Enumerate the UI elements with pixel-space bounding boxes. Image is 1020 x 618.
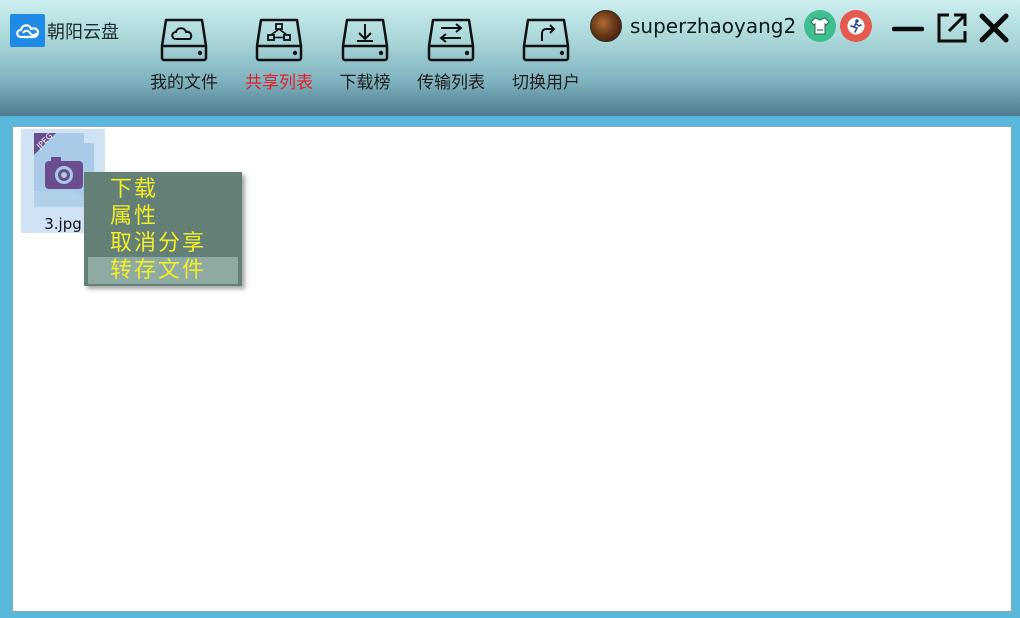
transfer-drive-icon — [427, 18, 475, 62]
nav-label: 共享列表 — [245, 73, 313, 93]
switch-user-drive-icon — [522, 18, 570, 62]
menu-item-download[interactable]: 下载 — [88, 176, 238, 203]
app-logo: 朝阳云盘 — [10, 14, 119, 47]
username: superzhaoyang2 — [630, 14, 797, 38]
nav-label: 传输列表 — [417, 73, 485, 93]
popout-icon[interactable] — [935, 11, 969, 45]
menu-item-cancel-share[interactable]: 取消分享 — [88, 230, 238, 257]
nav-label: 我的文件 — [150, 73, 218, 93]
nav-share-list[interactable]: 共享列表 — [234, 14, 324, 93]
close-icon[interactable] — [977, 11, 1011, 45]
share-drive-icon — [255, 18, 303, 62]
shirt-badge-icon[interactable] — [804, 10, 837, 42]
menu-item-properties[interactable]: 属性 — [88, 203, 238, 230]
nav-label: 下载榜 — [339, 73, 391, 93]
nav-download-rank[interactable]: 下载榜 — [320, 14, 410, 93]
minimize-icon[interactable] — [892, 20, 924, 36]
cloud-drive-icon — [160, 18, 208, 62]
user-area: superzhaoyang2 — [590, 10, 873, 42]
runner-badge-icon[interactable] — [840, 10, 873, 42]
title-bar: 朝阳云盘 我的文件 共享列表 下载榜 传输列表 切换用户 superzhaoya… — [0, 0, 1020, 116]
cloud-logo-icon — [10, 14, 45, 47]
avatar[interactable] — [590, 10, 622, 42]
file-name: 3.jpg — [44, 215, 82, 233]
app-title: 朝阳云盘 — [47, 21, 119, 43]
menu-item-save-file[interactable]: 转存文件 — [88, 257, 238, 284]
download-drive-icon — [341, 18, 389, 62]
nav-switch-user[interactable]: 切换用户 — [501, 14, 591, 93]
nav-transfer-list[interactable]: 传输列表 — [406, 14, 496, 93]
nav-label: 切换用户 — [512, 73, 580, 93]
nav-my-files[interactable]: 我的文件 — [139, 14, 229, 93]
context-menu: 下载 属性 取消分享 转存文件 — [84, 172, 242, 286]
